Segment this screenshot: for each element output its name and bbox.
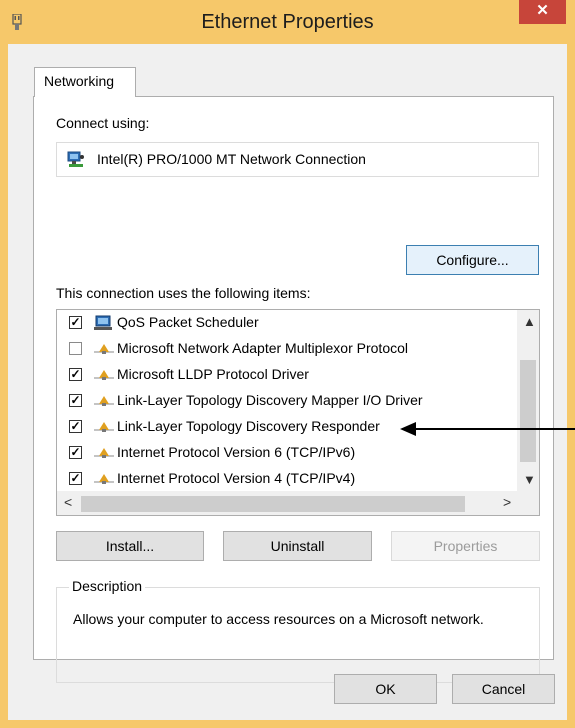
tab-networking[interactable]: Networking xyxy=(34,67,136,97)
vertical-scrollbar[interactable]: ▲ ▼ xyxy=(517,310,539,491)
item-label: Link-Layer Topology Discovery Mapper I/O… xyxy=(117,392,423,408)
protocol-icon xyxy=(94,422,114,432)
ok-button[interactable]: OK xyxy=(334,674,437,704)
list-item[interactable]: ✓ Internet Protocol Version 4 (TCP/IPv4) xyxy=(57,466,517,492)
protocol-icon xyxy=(94,396,114,406)
item-label: QoS Packet Scheduler xyxy=(117,314,259,330)
protocol-icon xyxy=(94,344,114,354)
close-button[interactable]: ✕ xyxy=(519,0,566,24)
window-title: Ethernet Properties xyxy=(201,11,374,33)
network-adapter-icon xyxy=(67,151,84,167)
computer-icon xyxy=(94,315,112,330)
adapter-field: Intel(R) PRO/1000 MT Network Connection xyxy=(56,142,539,177)
item-checkbox[interactable]: ✓ xyxy=(69,394,82,407)
scroll-right-icon[interactable]: > xyxy=(503,494,511,510)
item-label: Microsoft Network Adapter Multiplexor Pr… xyxy=(117,340,408,356)
install-button[interactable]: Install... xyxy=(56,531,204,561)
ethernet-properties-window: Ethernet Properties ✕ Networking Connect… xyxy=(0,0,575,728)
item-label: Internet Protocol Version 6 (TCP/IPv6) xyxy=(117,444,356,460)
items-list[interactable]: ✓ QoS Packet Scheduler Microsoft Network… xyxy=(56,309,540,516)
item-label: Microsoft LLDP Protocol Driver xyxy=(117,366,309,382)
description-title: Description xyxy=(69,578,146,594)
list-item[interactable]: ✓ Link-Layer Topology Discovery Mapper I… xyxy=(57,388,517,414)
dialog-client-area: Networking Connect using: Intel(R) PRO/1… xyxy=(8,44,567,720)
cancel-button[interactable]: Cancel xyxy=(452,674,555,704)
networking-tab-panel: Connect using: Intel(R) PRO/1000 MT Netw… xyxy=(33,96,554,683)
list-item[interactable]: Microsoft Network Adapter Multiplexor Pr… xyxy=(57,336,517,362)
uninstall-button[interactable]: Uninstall xyxy=(223,531,372,561)
items-label: This connection uses the following items… xyxy=(56,285,311,301)
scroll-left-icon[interactable]: < xyxy=(64,494,72,510)
scroll-down-icon[interactable]: ▼ xyxy=(523,472,536,487)
item-checkbox[interactable]: ✓ xyxy=(69,368,82,381)
list-item[interactable]: ✓ QoS Packet Scheduler xyxy=(57,310,517,336)
close-icon: ✕ xyxy=(536,2,549,19)
item-label: Internet Protocol Version 4 (TCP/IPv4) xyxy=(117,470,356,486)
item-checkbox[interactable] xyxy=(69,342,82,355)
description-text: Allows your computer to access resources… xyxy=(73,611,484,627)
list-item[interactable]: ✓ Internet Protocol Version 6 (TCP/IPv6) xyxy=(57,440,517,466)
protocol-icon xyxy=(94,474,114,484)
item-checkbox[interactable]: ✓ xyxy=(69,316,82,329)
protocol-icon xyxy=(94,370,114,380)
connect-using-label: Connect using: xyxy=(56,115,150,131)
horizontal-scroll-thumb[interactable] xyxy=(81,496,465,512)
vertical-scroll-thumb[interactable] xyxy=(520,360,536,462)
item-checkbox[interactable]: ✓ xyxy=(69,446,82,459)
configure-button[interactable]: Configure... xyxy=(406,245,539,275)
properties-button: Properties xyxy=(391,531,540,561)
item-checkbox[interactable]: ✓ xyxy=(69,420,82,433)
title-bar[interactable]: Ethernet Properties ✕ xyxy=(0,0,575,44)
horizontal-scrollbar[interactable]: < > xyxy=(57,491,539,515)
adapter-name: Intel(R) PRO/1000 MT Network Connection xyxy=(97,151,366,167)
protocol-icon xyxy=(94,448,114,458)
description-group: Description Allows your computer to acce… xyxy=(56,578,540,683)
annotation-arrow-icon xyxy=(400,422,575,436)
scroll-up-icon[interactable]: ▲ xyxy=(523,314,536,329)
list-item[interactable]: ✓ Microsoft LLDP Protocol Driver xyxy=(57,362,517,388)
item-label: Link-Layer Topology Discovery Responder xyxy=(117,418,380,434)
item-checkbox[interactable]: ✓ xyxy=(69,472,82,485)
